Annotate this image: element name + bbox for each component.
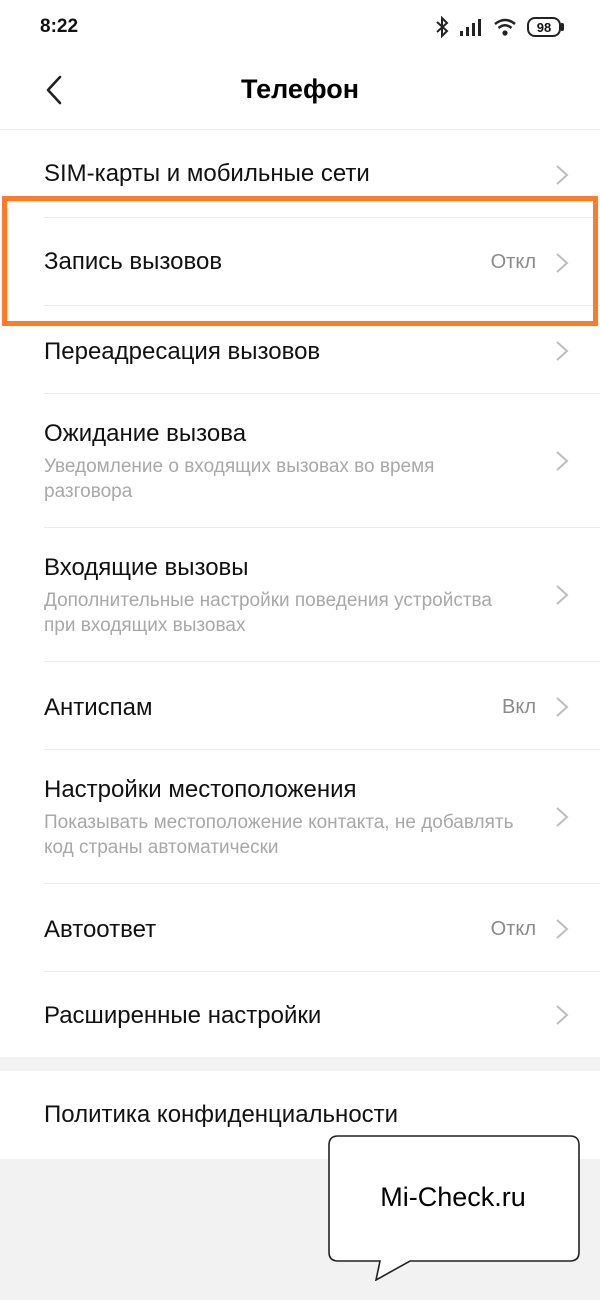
- chevron-right-icon: [556, 585, 569, 605]
- setting-subtitle: Уведомление о входящих вызовах во время …: [44, 456, 435, 502]
- chevron-right-icon: [556, 341, 569, 361]
- privacy-policy-label: Политика конфиденциальности: [44, 1101, 399, 1128]
- status-time: 8:22: [40, 16, 79, 37]
- signal-icon: [459, 17, 483, 37]
- setting-advanced[interactable]: Расширенные настройки: [0, 972, 600, 1057]
- setting-title: Расширенные настройки: [44, 1002, 322, 1029]
- setting-title: Переадресация вызовов: [44, 338, 321, 365]
- chevron-right-icon: [556, 165, 569, 185]
- setting-subtitle: Показывать местоположение контакта, не д…: [44, 812, 514, 858]
- status-icons: 98: [435, 14, 564, 40]
- setting-call-waiting[interactable]: Ожидание вызова Уведомление о входящих в…: [0, 394, 600, 528]
- chevron-right-icon: [556, 1005, 569, 1025]
- setting-value: Откл: [490, 918, 536, 940]
- setting-subtitle: Дополнительные настройки поведения устро…: [44, 590, 492, 636]
- highlight-frame: [2, 196, 598, 326]
- setting-title: Ожидание вызова: [44, 420, 247, 447]
- chevron-right-icon: [556, 919, 569, 939]
- setting-antispam[interactable]: Антиспам Вкл: [0, 662, 600, 750]
- watermark-text: Mi-Check.ru: [380, 1182, 526, 1212]
- setting-title: Автоответ: [44, 916, 157, 943]
- bluetooth-icon: [435, 16, 449, 38]
- header: Телефон: [0, 56, 600, 130]
- section-divider: [0, 1057, 600, 1071]
- chevron-right-icon: [556, 697, 569, 717]
- chevron-right-icon: [556, 807, 569, 827]
- status-bar: 8:22 98: [0, 0, 600, 56]
- setting-location[interactable]: Настройки местоположения Показывать мест…: [0, 750, 600, 884]
- setting-title: SIM-карты и мобильные сети: [44, 160, 370, 187]
- setting-title: Антиспам: [44, 694, 153, 721]
- setting-title: Настройки местоположения: [44, 776, 357, 803]
- page-title: Телефон: [240, 74, 360, 104]
- setting-incoming-calls[interactable]: Входящие вызовы Дополнительные настройки…: [0, 528, 600, 662]
- chevron-right-icon: [556, 451, 569, 471]
- setting-title: Входящие вызовы: [44, 554, 249, 581]
- battery-level: 98: [527, 17, 561, 37]
- battery-icon: 98: [527, 17, 564, 37]
- setting-auto-answer[interactable]: Автоответ Откл: [0, 884, 600, 972]
- setting-value: Вкл: [502, 696, 536, 718]
- wifi-icon: [493, 17, 517, 37]
